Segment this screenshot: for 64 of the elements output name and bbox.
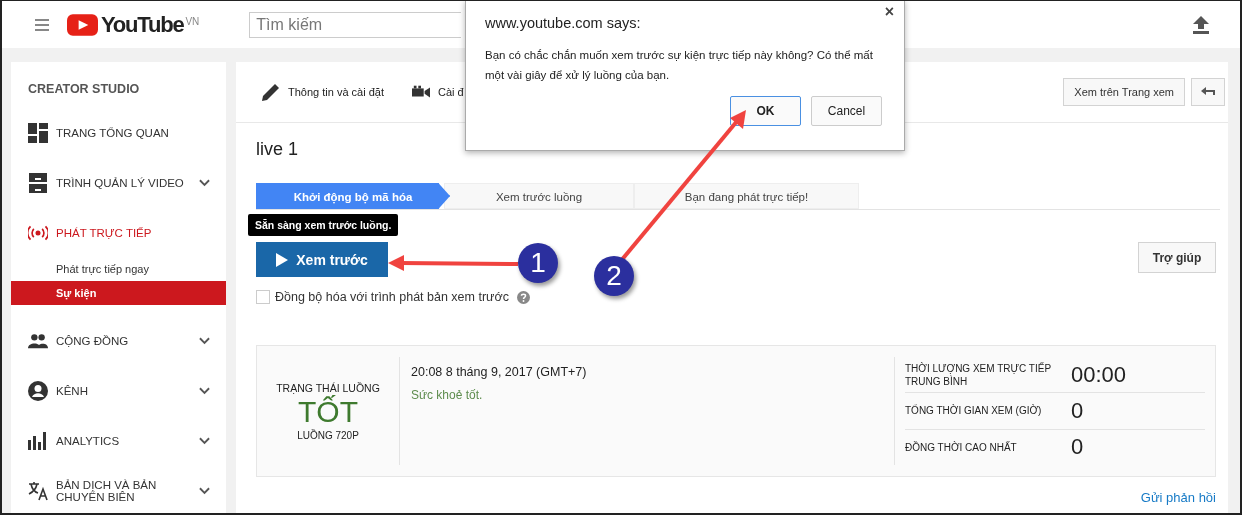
sidebar-item[interactable]: KÊNH <box>11 366 226 416</box>
sidebar-item[interactable]: PHÁT TRỰC TIẾP <box>11 208 226 258</box>
status-label: TRẠNG THÁI LUỒNG <box>276 381 380 394</box>
account-icon <box>28 381 48 401</box>
step-tab[interactable]: Xem trước luồng <box>444 183 634 209</box>
watch-page-button[interactable]: Xem trên Trang xem <box>1063 78 1185 106</box>
help-button[interactable]: Trợ giúp <box>1138 242 1216 273</box>
ok-button[interactable]: OK <box>730 96 801 126</box>
sidebar-item[interactable]: TRANG TỔNG QUAN <box>11 108 226 158</box>
step-tab[interactable]: Khởi động bộ mã hóa <box>256 183 450 209</box>
metric-label: TỔNG THỜI GIAN XEM (GIỜ) <box>905 404 1043 418</box>
translate-icon <box>28 481 48 501</box>
bar-chart-icon <box>28 431 48 451</box>
sidebar-item[interactable]: TRÌNH QUẢN LÝ VIDEO <box>11 158 226 208</box>
metric-value: 0 <box>1071 434 1084 461</box>
metric-label: ĐỒNG THỜI CAO NHẤT <box>905 440 1018 454</box>
region-label: VN <box>185 15 200 27</box>
logo-text[interactable]: YouTube <box>101 11 184 38</box>
sync-checkbox[interactable] <box>256 290 270 304</box>
dialog-title: www.youtube.com says: <box>485 15 642 31</box>
sidebar-item-label: CỘNG ĐỒNG <box>56 335 130 347</box>
metric-value: 0 <box>1071 398 1084 424</box>
dashboard-icon <box>28 123 48 143</box>
sidebar-title: CREATOR STUDIO <box>27 81 141 98</box>
cancel-button[interactable]: Cancel <box>811 96 882 126</box>
search-field[interactable]: Tìm kiếm <box>249 11 462 38</box>
checkbox-label: Đồng bộ hóa với trình phát bản xem trước <box>275 290 509 304</box>
sidebar-subitem[interactable]: Phát trực tiếp ngay <box>11 257 226 281</box>
video-manager-icon <box>28 173 48 193</box>
back-arrow-icon <box>1201 87 1215 97</box>
sidebar-item[interactable]: BẢN DỊCH VÀ BẢN CHUYỂN BIÊN <box>11 466 226 513</box>
sidebar-item[interactable]: CỘNG ĐỒNG <box>11 316 226 366</box>
top-tab[interactable]: Cài đ <box>412 83 464 101</box>
step-tab[interactable]: Bạn đang phát trực tiếp! <box>634 183 859 209</box>
sidebar-item-label: TRÌNH QUẢN LÝ VIDEO <box>56 177 185 189</box>
top-tab[interactable]: Thông tin và cài đặt <box>262 83 384 101</box>
close-button[interactable]: × <box>884 3 894 21</box>
pencil-icon <box>262 83 280 101</box>
menu-icon[interactable] <box>35 18 49 31</box>
back-button[interactable] <box>1191 78 1225 106</box>
people-icon <box>28 331 48 351</box>
upload-icon[interactable] <box>1193 15 1209 34</box>
sidebar-subitem[interactable]: Sự kiện <box>11 281 226 305</box>
stream-quality: LUỒNG 720P <box>297 429 359 441</box>
preview-button[interactable]: Xem trước <box>256 242 388 277</box>
sidebar-item-label: PHÁT TRỰC TIẾP <box>56 227 153 239</box>
event-title: live 1 <box>256 139 300 160</box>
tooltip: Sẵn sàng xem trước luồng. <box>248 214 399 236</box>
sidebar-item-label: KÊNH <box>56 385 89 397</box>
play-logo-icon <box>67 13 98 36</box>
play-icon <box>276 252 289 267</box>
metric-value: 00:00 <box>1071 361 1127 388</box>
dialog-message: Bạn có chắc chắn muốn xem trước sự kiện trực tiếp này không? Có thể mất một vài giây để xử lý luồng của bạn. <box>485 48 874 83</box>
broadcast-icon <box>28 223 48 243</box>
health-message: Sức khoẻ tốt. <box>411 388 484 402</box>
status-value: TỐT <box>298 394 358 429</box>
sidebar-item-label: BẢN DỊCH VÀ BẢN CHUYỂN BIÊN <box>56 479 158 503</box>
help-icon[interactable] <box>516 290 530 304</box>
feedback-link[interactable]: Gửi phản hồi <box>1140 490 1216 505</box>
sidebar-item[interactable]: ANALYTICS <box>11 416 226 466</box>
sidebar-item-label: ANALYTICS <box>56 435 121 447</box>
sidebar-item-label: TRANG TỔNG QUAN <box>56 127 170 139</box>
metric-label: THỜI LƯỢNG XEM TRỰC TIẾP TRUNG BÌNH <box>905 361 1052 388</box>
timestamp: 20:08 8 tháng 9, 2017 (GMT+7) <box>411 365 588 379</box>
